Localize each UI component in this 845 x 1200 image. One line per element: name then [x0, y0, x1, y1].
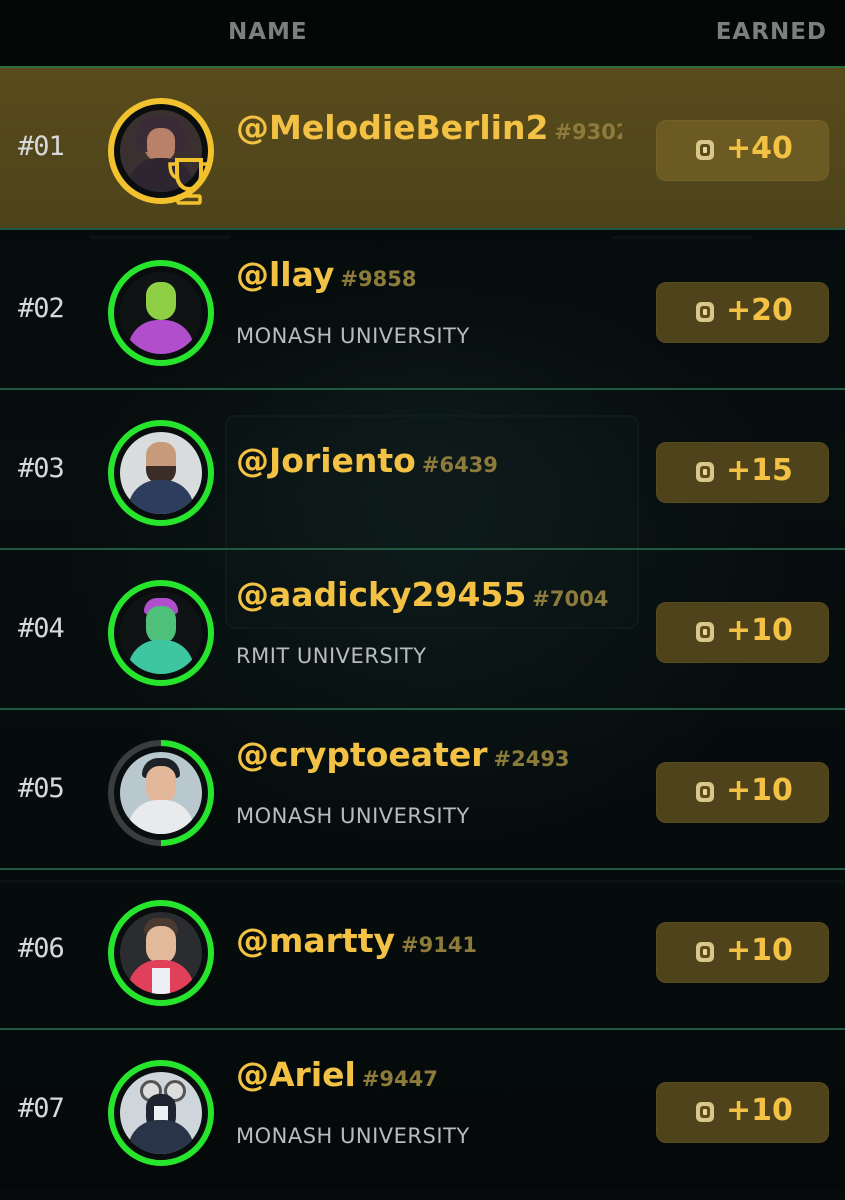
avatar-image: [120, 272, 202, 354]
rank-label: #06: [18, 933, 65, 964]
leaderboard-row[interactable]: #07 @Ariel #9447 MONASH UNIVERSITY +10: [0, 1028, 845, 1190]
user-tag: #9302: [554, 120, 622, 144]
trophy-icon: [168, 158, 210, 205]
user-tag: #9858: [340, 267, 417, 291]
username[interactable]: @aadicky29455 #7004: [236, 575, 608, 614]
university-label: MONASH UNIVERSITY: [236, 324, 470, 348]
leaderboard-row[interactable]: #06 @martty #9141 +10: [0, 868, 845, 1030]
avatar[interactable]: [108, 900, 214, 1006]
avatar-image: [120, 592, 202, 674]
earned-value: +10: [726, 773, 793, 808]
earned-value: +20: [726, 293, 793, 328]
leaderboard-header: NAME EARNED: [0, 0, 845, 66]
avatar[interactable]: [108, 420, 214, 526]
user-tag: #7004: [532, 587, 609, 611]
leaderboard-row[interactable]: #05 @cryptoeater #2493 MONASH UNIVERSITY …: [0, 708, 845, 870]
avatar[interactable]: [108, 1060, 214, 1166]
avatar[interactable]: [108, 580, 214, 686]
username[interactable]: @Joriento #6439: [236, 441, 498, 480]
leaderboard-row[interactable]: #02 @llay #9858 MONASH UNIVERSITY +20: [0, 228, 845, 390]
earned-value: +10: [726, 613, 793, 648]
earned-badge: +40: [656, 120, 829, 181]
leaderboard-row[interactable]: #04 @aadicky29455 #7004 RMIT UNIVERSITY +…: [0, 548, 845, 710]
university-label: MONASH UNIVERSITY: [236, 1124, 470, 1148]
university-label: MONASH UNIVERSITY: [236, 804, 470, 828]
earned-badge: +10: [656, 1082, 829, 1143]
coin-icon: [696, 302, 714, 322]
earned-badge: +10: [656, 922, 829, 983]
username[interactable]: @Ariel #9447: [236, 1055, 438, 1094]
coin-icon: [696, 462, 714, 482]
avatar[interactable]: [108, 260, 214, 366]
avatar-image: [120, 1072, 202, 1154]
earned-value: +10: [726, 1093, 793, 1128]
username[interactable]: @llay #9858: [236, 255, 416, 294]
earned-value: +10: [726, 933, 793, 968]
earned-badge: +15: [656, 442, 829, 503]
user-tag: #2493: [493, 747, 570, 771]
username[interactable]: @cryptoeater #2493: [236, 735, 570, 774]
coin-icon: [696, 622, 714, 642]
rank-label: #02: [18, 293, 65, 324]
rank-label: #05: [18, 773, 65, 804]
earned-column-header: EARNED: [715, 19, 827, 45]
coin-icon: [696, 1102, 714, 1122]
rank-label: #07: [18, 1093, 65, 1124]
earned-value: +40: [726, 131, 793, 166]
earned-badge: +10: [656, 602, 829, 663]
username-clip: @MelodieBerlin2#9302: [236, 108, 622, 158]
avatar-image: [120, 912, 202, 994]
user-tag: #6439: [421, 453, 498, 477]
user-tag: #9141: [401, 933, 478, 957]
rank-label: #01: [18, 131, 65, 162]
username[interactable]: @MelodieBerlin2#9302: [236, 108, 622, 147]
earned-value: +15: [726, 453, 793, 488]
leaderboard-row[interactable]: #01 @MelodieBerlin2#9302: [0, 66, 845, 228]
leaderboard-row[interactable]: #03 @Joriento #6439 +15: [0, 388, 845, 550]
earned-badge: +10: [656, 762, 829, 823]
avatar[interactable]: [108, 740, 214, 846]
rank-label: #04: [18, 613, 65, 644]
name-column-header: NAME: [228, 19, 308, 45]
coin-icon: [696, 782, 714, 802]
coin-icon: [696, 140, 714, 160]
avatar-image: [120, 432, 202, 514]
earned-badge: +20: [656, 282, 829, 343]
user-tag: #9447: [361, 1067, 438, 1091]
rank-label: #03: [18, 453, 65, 484]
username[interactable]: @martty #9141: [236, 921, 477, 960]
avatar[interactable]: [108, 98, 214, 205]
avatar-image: [120, 752, 202, 834]
coin-icon: [696, 942, 714, 962]
university-label: RMIT UNIVERSITY: [236, 644, 427, 668]
